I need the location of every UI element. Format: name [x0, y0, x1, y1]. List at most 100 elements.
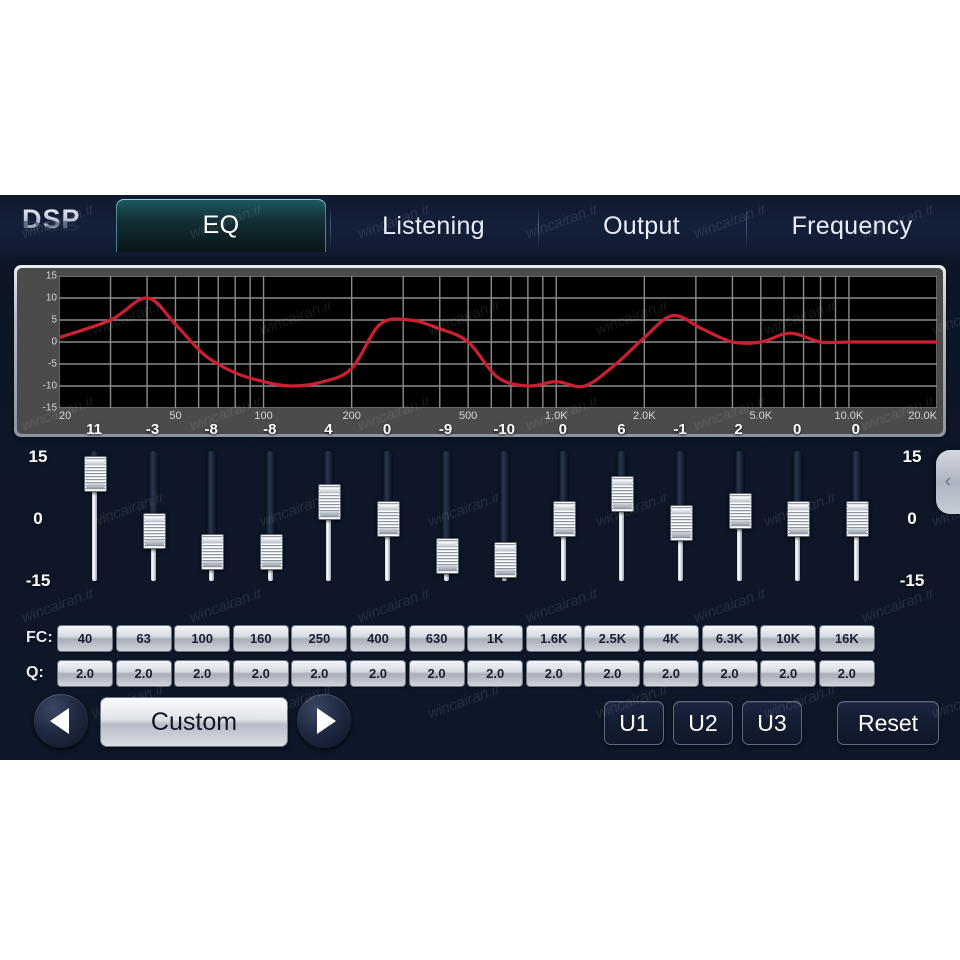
slider-thumb[interactable] — [259, 534, 283, 571]
fc-row-label: FC: — [26, 629, 53, 646]
fc-cell[interactable]: 400 — [350, 625, 406, 652]
fc-cell[interactable]: 6.3K — [701, 625, 758, 652]
slider-thumb[interactable] — [435, 538, 459, 575]
q-cell[interactable]: 2.0 — [57, 660, 113, 687]
slider-thumb[interactable] — [494, 542, 518, 579]
eq-band-63[interactable]: -3 — [125, 421, 181, 603]
band-value-label: -9 — [438, 421, 453, 438]
eq-band-250[interactable]: 4 — [300, 421, 356, 603]
fc-cell[interactable]: 4K — [643, 625, 699, 652]
eq-band-400[interactable]: 0 — [359, 421, 415, 603]
fc-cell[interactable]: 160 — [232, 625, 289, 652]
slider-thumb[interactable] — [845, 501, 869, 537]
q-cell[interactable]: 2.0 — [232, 660, 289, 687]
panel-collapse-handle[interactable]: ‹ — [936, 450, 960, 514]
eq-band-1.6K[interactable]: 0 — [535, 421, 591, 603]
band-value-label: -1 — [673, 421, 687, 438]
tab-bar: DSP DSP EQ Listening Output Frequency — [0, 195, 960, 257]
fc-cell[interactable]: 1.6K — [525, 625, 582, 652]
fc-cell[interactable]: 40 — [57, 625, 113, 652]
q-cell[interactable]: 2.0 — [408, 660, 465, 687]
fc-cell[interactable]: 100 — [174, 625, 231, 652]
graph-y-tick: -10 — [42, 380, 57, 392]
slider-thumb[interactable] — [142, 513, 166, 550]
band-value-label: 11 — [86, 421, 102, 438]
q-cell[interactable]: 2.0 — [701, 660, 758, 687]
q-cell[interactable]: 2.0 — [760, 660, 817, 687]
slider-thumb[interactable] — [318, 484, 342, 521]
graph-inner: 15 10 5 0 -5 -10 -15 20 50 100 200 500 1.0K 2.0K 5.0K… — [17, 268, 943, 434]
eq-slider-bank: 15 0 -15 15 0 -15 11 -3 -8 -8 4 0 -9 -10 0 6 -1 2 0 0 — [0, 421, 960, 603]
slider-thumb[interactable] — [201, 534, 225, 571]
graph-x-tick: 20.0K — [908, 410, 937, 422]
fc-cell[interactable]: 630 — [408, 625, 465, 652]
triangle-left-icon — [49, 708, 69, 734]
tab-output-label: Output — [603, 211, 680, 240]
eq-band-4K[interactable]: -1 — [652, 421, 708, 603]
eq-band-1K[interactable]: -10 — [476, 421, 532, 603]
preset-name-button[interactable]: Custom — [100, 697, 288, 747]
slider-scale-left-value: -15 — [25, 571, 51, 590]
fc-cell[interactable]: 1K — [467, 625, 524, 652]
band-value-label: -10 — [493, 421, 516, 438]
tab-frequency[interactable]: Frequency — [747, 195, 957, 257]
q-cell[interactable]: 2.0 — [584, 660, 641, 687]
graph-y-tick: 0 — [51, 336, 57, 348]
fc-cell[interactable]: 63 — [115, 625, 172, 652]
slider-scale-right-value: 15 — [902, 447, 922, 466]
slider-thumb[interactable] — [611, 476, 635, 513]
band-value-label: 0 — [558, 421, 567, 438]
slider-thumb[interactable] — [377, 501, 400, 537]
slider-thumb[interactable] — [84, 455, 107, 492]
band-value-label: 6 — [617, 421, 626, 438]
eq-band-630[interactable]: -9 — [418, 421, 474, 603]
user-preset-u3-button[interactable]: U3 — [742, 701, 802, 745]
q-cell[interactable]: 2.0 — [525, 660, 582, 687]
next-preset-button[interactable] — [297, 694, 351, 748]
tab-eq-label: EQ — [202, 211, 240, 239]
tab-output[interactable]: Output — [539, 195, 744, 257]
reset-button[interactable]: Reset — [837, 701, 939, 745]
eq-band-10K[interactable]: 0 — [769, 421, 825, 603]
band-value-label: 0 — [382, 421, 392, 438]
fc-cell[interactable]: 16K — [818, 625, 875, 652]
band-value-label: -3 — [145, 421, 160, 438]
prev-preset-button[interactable] — [34, 694, 88, 748]
eq-band-100[interactable]: -8 — [183, 421, 239, 603]
dsp-eq-panel: DSP DSP EQ Listening Output Frequency 15… — [0, 195, 960, 760]
eq-band-40[interactable]: 11 — [66, 421, 122, 603]
slider-thumb[interactable] — [670, 505, 693, 542]
triangle-right-icon — [316, 708, 336, 734]
eq-band-2.5K[interactable]: 6 — [593, 421, 649, 603]
q-cell[interactable]: 2.0 — [174, 660, 231, 687]
eq-band-16K[interactable]: 0 — [828, 421, 884, 603]
band-value-label: 0 — [851, 421, 860, 438]
slider-thumb[interactable] — [552, 501, 576, 537]
fc-cell[interactable]: 2.5K — [584, 625, 641, 652]
slider-thumb[interactable] — [728, 492, 752, 529]
user-preset-u2-label: U2 — [688, 709, 718, 736]
fc-cell[interactable]: 10K — [760, 625, 817, 652]
slider-thumb[interactable] — [787, 501, 811, 537]
chevron-left-icon: ‹ — [944, 471, 952, 492]
preset-bar: Custom U1 U2 U3 Reset — [0, 688, 960, 760]
slider-scale-right: 15 0 -15 — [890, 443, 934, 603]
user-preset-u2-button[interactable]: U2 — [673, 701, 733, 745]
eq-band-6.3K[interactable]: 2 — [711, 421, 767, 603]
slider-scale-left: 15 0 -15 — [16, 443, 60, 603]
eq-curve-graph[interactable]: 15 10 5 0 -5 -10 -15 20 50 100 200 500 1.0K 2.0K 5.0K… — [14, 265, 946, 437]
q-cell[interactable]: 2.0 — [115, 660, 172, 687]
eq-band-160[interactable]: -8 — [242, 421, 298, 603]
graph-plot-area — [59, 276, 937, 408]
q-cell[interactable]: 2.0 — [291, 660, 348, 687]
q-cell[interactable]: 2.0 — [350, 660, 406, 687]
graph-y-tick: 5 — [51, 314, 57, 326]
user-preset-u1-button[interactable]: U1 — [604, 701, 664, 745]
tab-listening[interactable]: Listening — [331, 195, 536, 257]
q-cell[interactable]: 2.0 — [467, 660, 524, 687]
tab-eq[interactable]: EQ — [116, 199, 326, 252]
band-value-label: -8 — [263, 421, 277, 438]
fc-cell[interactable]: 250 — [291, 625, 348, 652]
q-cell[interactable]: 2.0 — [643, 660, 699, 687]
q-cell[interactable]: 2.0 — [818, 660, 875, 687]
